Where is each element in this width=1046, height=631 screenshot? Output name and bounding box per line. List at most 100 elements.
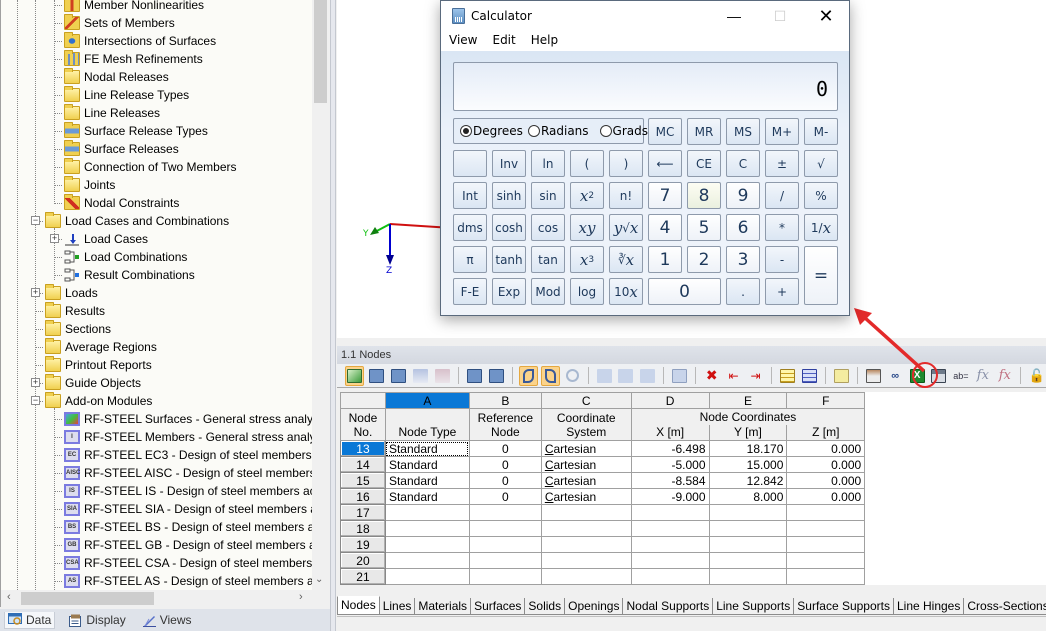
cell-x[interactable] <box>630 504 710 521</box>
toolbar-button-divide[interactable] <box>638 366 657 386</box>
key-3[interactable]: 3 <box>726 246 760 273</box>
tree-item[interactable]: Member Nonlinearities <box>54 0 204 14</box>
sheet-tab-materials[interactable]: Materials <box>414 598 472 615</box>
tree-item[interactable]: RF-STEEL Surfaces - General stress analy… <box>54 410 312 428</box>
tree-item[interactable]: Surface Releases <box>54 140 179 158</box>
key-sinh[interactable]: sinh <box>492 182 526 209</box>
radio-radians[interactable]: Radians <box>527 124 589 138</box>
cell-coordinate-system[interactable]: Cartesian <box>540 456 632 473</box>
cell-reference-node[interactable]: 0 <box>468 488 542 505</box>
row-header[interactable]: 14 <box>340 456 386 473</box>
navigator-vertical-scrollbar[interactable]: ⌄ <box>312 0 329 590</box>
cell-node-type[interactable]: Standard <box>384 440 470 457</box>
tree-item[interactable]: Connection of Two Members <box>54 158 237 176</box>
tree-item[interactable]: Loads <box>35 284 98 302</box>
toolbar-button-table-yellow[interactable] <box>778 366 797 386</box>
cell-reference-node[interactable]: 0 <box>468 456 542 473</box>
sheet-tab-openings[interactable]: Openings <box>564 598 624 615</box>
tree-item[interactable]: Surface Release Types <box>54 122 208 140</box>
key-x[interactable]: x2 <box>570 182 604 209</box>
cell-node-type[interactable] <box>384 504 470 521</box>
memory-button-mplus[interactable]: M+ <box>765 118 799 145</box>
cell-coordinate-system[interactable]: Cartesian <box>540 472 632 489</box>
toolbar-button-graphic-select[interactable] <box>345 365 365 386</box>
maximize-button[interactable]: ☐ <box>757 1 803 31</box>
tree-item[interactable]: Average Regions <box>35 338 157 356</box>
toolbar-button-remove-formula[interactable]: fx <box>995 366 1014 386</box>
calculator-window[interactable]: Calculator — ☐ ✕ View Edit Help 0 Degree… <box>440 0 850 316</box>
row-header[interactable]: 15 <box>340 472 386 489</box>
key-Int[interactable]: Int <box>453 182 487 209</box>
collapse-icon[interactable]: − <box>31 396 40 405</box>
table-row[interactable]: 20 <box>340 552 1046 569</box>
key-log[interactable]: log <box>570 278 604 305</box>
tree-item[interactable]: Load Combinations <box>54 248 187 266</box>
tree-item[interactable]: IS RF-STEEL IS - Design of steel members … <box>54 482 312 500</box>
column-header-f[interactable]: F <box>786 392 866 409</box>
key-x[interactable]: xy <box>570 214 604 241</box>
cell-coordinate-system[interactable] <box>540 536 632 553</box>
cell-coordinate-system[interactable] <box>540 552 632 569</box>
cell-x[interactable] <box>630 536 710 553</box>
toolbar-button-move-left[interactable]: ⇤ <box>724 366 743 386</box>
toolbar-button-previous-table[interactable] <box>465 366 484 386</box>
cell-node-type[interactable]: Standard <box>384 456 470 473</box>
cell-y[interactable] <box>708 552 788 569</box>
key-Exp[interactable]: Exp <box>492 278 526 305</box>
cell-coordinate-system[interactable] <box>540 520 632 537</box>
key-tan[interactable]: tan <box>531 246 565 273</box>
key-dms[interactable]: dms <box>453 214 487 241</box>
key-2[interactable]: 2 <box>687 246 721 273</box>
key-blank[interactable] <box>453 150 487 177</box>
column-header-b[interactable]: B <box>468 392 542 409</box>
sheet-tab-surfaces[interactable]: Surfaces <box>470 598 526 615</box>
tree-item[interactable]: Line Release Types <box>54 86 189 104</box>
sheet-tab-solids[interactable]: Solids <box>524 598 566 615</box>
tree-item[interactable]: Joints <box>54 176 115 194</box>
menu-edit[interactable]: Edit <box>492 33 515 51</box>
toolbar-button-refresh[interactable] <box>563 366 582 386</box>
tree-item[interactable]: SIA RF-STEEL SIA - Design of steel member… <box>54 500 312 518</box>
key-cosh[interactable]: cosh <box>492 214 526 241</box>
toolbar-button-clear[interactable] <box>670 366 689 386</box>
toolbar-button-move-right[interactable]: ⇥ <box>746 366 765 386</box>
sheet-tab-surface-supports[interactable]: Surface Supports <box>793 598 894 615</box>
memory-button-mminus[interactable]: M- <box>804 118 838 145</box>
sheet-tab-line-supports[interactable]: Line Supports <box>712 598 795 615</box>
key-8[interactable]: 8 <box>687 182 721 209</box>
tree-item[interactable]: Sections <box>35 320 111 338</box>
menu-help[interactable]: Help <box>531 33 558 51</box>
cell-reference-node[interactable] <box>468 520 542 537</box>
key-1[interactable]: 1 <box>648 246 682 273</box>
toolbar-button-add[interactable] <box>595 366 614 386</box>
cell-x[interactable]: -5.000 <box>630 456 710 473</box>
radio-grads[interactable]: Grads <box>599 124 648 138</box>
key-equals[interactable]: = <box>804 246 838 305</box>
cell-node-type[interactable]: Standard <box>384 472 470 489</box>
tree-item[interactable]: AS RF-STEEL AS - Design of steel members … <box>54 572 312 590</box>
toolbar-button-delete-row[interactable] <box>389 366 408 386</box>
key-n[interactable]: n! <box>609 182 643 209</box>
cell-y[interactable] <box>708 504 788 521</box>
cell-node-type[interactable] <box>384 536 470 553</box>
key-sym47[interactable]: + <box>765 278 799 305</box>
toolbar-button-chart[interactable] <box>411 366 430 386</box>
cell-x[interactable]: -9.000 <box>630 488 710 505</box>
cell-y[interactable]: 18.170 <box>708 440 788 457</box>
key-4[interactable]: 4 <box>648 214 682 241</box>
tree-item[interactable]: BS RF-STEEL BS - Design of steel members … <box>54 518 312 536</box>
toolbar-button-next-table[interactable] <box>487 366 506 386</box>
cell-z[interactable] <box>786 552 866 569</box>
corner-cell[interactable] <box>340 392 386 409</box>
key-sym05[interactable]: ⟵ <box>648 150 682 177</box>
close-button[interactable]: ✕ <box>803 1 849 31</box>
cell-z[interactable]: 0.000 <box>786 440 866 457</box>
key-sin[interactable]: sin <box>531 182 565 209</box>
row-header[interactable]: 18 <box>340 520 386 537</box>
key-C[interactable]: C <box>726 150 760 177</box>
key-9[interactable]: 9 <box>726 182 760 209</box>
toolbar-button-edit[interactable] <box>832 366 851 386</box>
column-header-d[interactable]: D <box>630 392 710 409</box>
key-5[interactable]: 5 <box>687 214 721 241</box>
tree-item[interactable]: Line Releases <box>54 104 160 122</box>
